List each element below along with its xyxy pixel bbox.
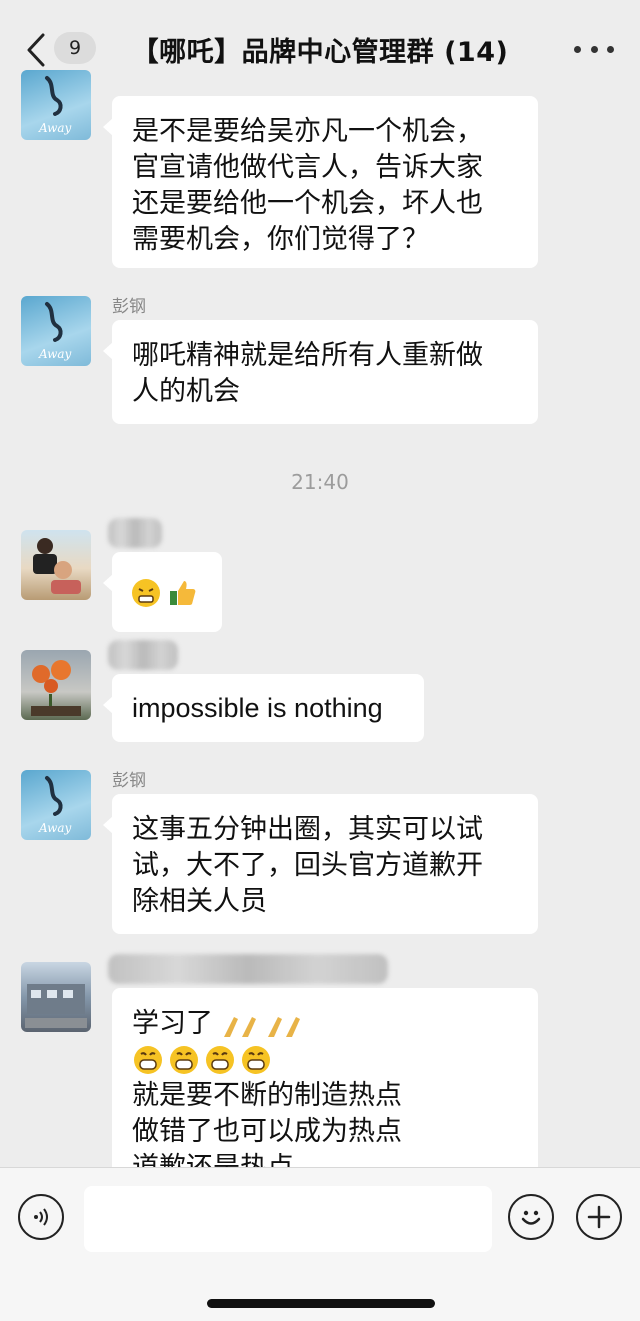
sender-name: 彭钢: [112, 771, 146, 791]
message-bubble[interactable]: 学习了 就是要不断的制造热点 做错了也可以成为热点 道歉还是热点: [112, 988, 538, 1178]
avatar[interactable]: Away: [21, 296, 91, 366]
message-bubble[interactable]: [103, 552, 222, 632]
message-input[interactable]: [84, 1186, 492, 1252]
grin-emoji-icon: [206, 1046, 234, 1074]
message-line: 需要机会，你们觉得了？: [132, 224, 429, 255]
voice-icon[interactable]: [18, 1194, 64, 1240]
message-bubble[interactable]: impossible is nothing: [103, 674, 424, 742]
svg-text:Away: Away: [38, 347, 72, 361]
avatar[interactable]: [21, 962, 91, 1032]
chat-input-bar: [0, 1167, 640, 1321]
message-line: 哪吒精神就是给所有人重新做: [132, 340, 483, 371]
avatar[interactable]: Away: [21, 70, 91, 140]
message-line: 做错了也可以成为热点: [132, 1116, 402, 1147]
message-line: 官宣请他做代言人，告诉大家: [132, 152, 483, 183]
chat-title: 【哪吒】品牌中心管理群 (14): [131, 37, 509, 68]
avatar[interactable]: Away: [21, 770, 91, 840]
message-bubble[interactable]: 哪吒精神就是给所有人重新做 人的机会: [103, 320, 538, 424]
blurred-sender-name: [108, 640, 178, 670]
emoji-icon[interactable]: [508, 1194, 554, 1240]
message-line: 是不是要给吴亦凡一个机会，: [132, 116, 483, 147]
emoji-line: [132, 1042, 518, 1078]
timestamp: 21:40: [291, 470, 349, 494]
svg-text:Away: Away: [38, 821, 72, 835]
avatar[interactable]: [21, 530, 91, 600]
message-line: 还是要给他一个机会，坏人也: [132, 188, 483, 219]
blurred-sender-name: [108, 518, 162, 548]
message-line: impossible is nothing: [132, 693, 383, 723]
more-dots-icon[interactable]: [574, 44, 614, 54]
grin-emoji-icon: [170, 1046, 198, 1074]
thumbs-up-icon: [170, 580, 196, 605]
sender-name: 彭钢: [112, 297, 146, 317]
clapping-hands-icon: [223, 1016, 256, 1037]
message-bubble[interactable]: 是不是要给吴亦凡一个机会， 官宣请他做代言人，告诉大家 还是要给他一个机会，坏人…: [103, 96, 538, 268]
chat-header: 9 【哪吒】品牌中心管理群 (14): [0, 0, 640, 96]
message-line: 除相关人员: [132, 886, 267, 917]
blurred-sender-name: [108, 954, 388, 984]
plus-icon[interactable]: [576, 1194, 622, 1240]
svg-text:Away: Away: [38, 121, 72, 135]
avatar[interactable]: [21, 650, 91, 720]
message-line: 人的机会: [132, 376, 240, 407]
message-line: 这事五分钟出圈，其实可以试: [132, 814, 483, 845]
home-indicator[interactable]: [207, 1299, 435, 1308]
emoji-row: [130, 577, 198, 609]
grin-emoji-icon: [134, 1046, 162, 1074]
grimace-emoji-icon: [132, 578, 160, 607]
message-line: 学习了: [132, 1006, 518, 1042]
grin-emoji-icon: [242, 1046, 270, 1074]
clapping-hands-icon: [268, 1016, 301, 1037]
message-line: 试，大不了，回头官方道歉开: [132, 850, 483, 881]
message-line: 就是要不断的制造热点: [132, 1080, 402, 1111]
message-bubble[interactable]: 这事五分钟出圈，其实可以试 试，大不了，回头官方道歉开 除相关人员: [103, 794, 538, 934]
